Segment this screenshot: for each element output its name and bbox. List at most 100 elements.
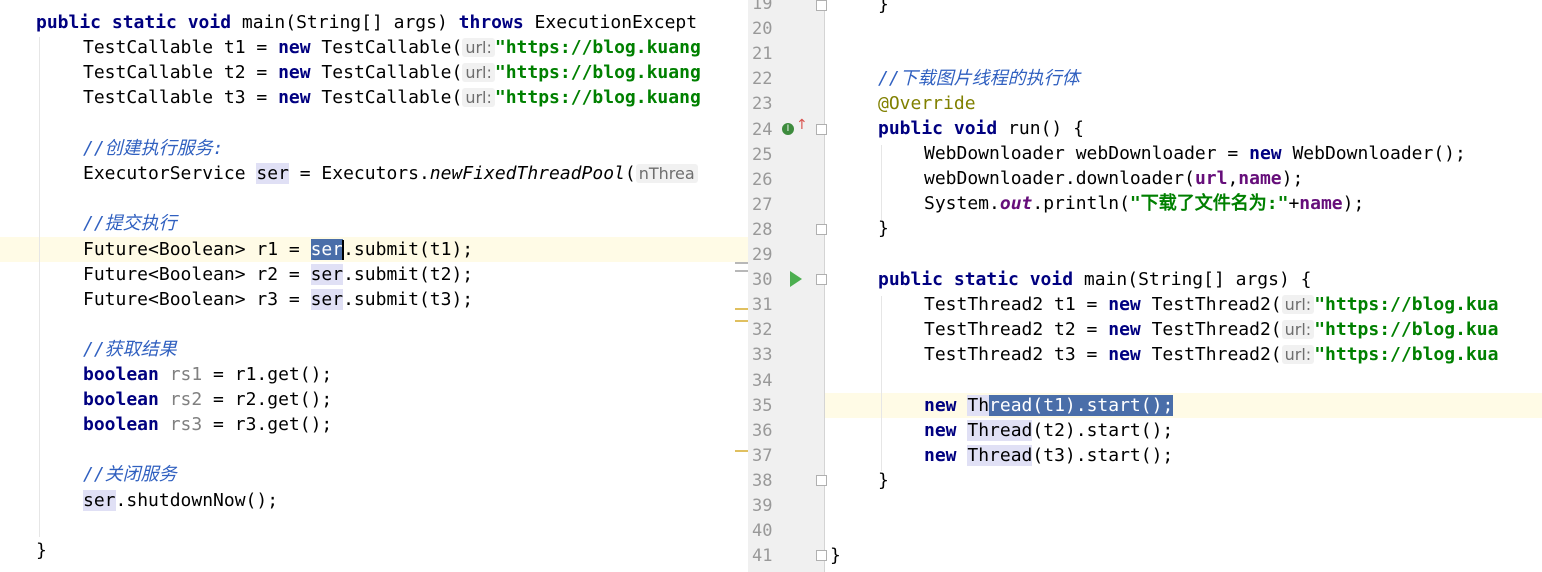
line-number: 26	[752, 169, 773, 190]
annotation-override[interactable]: @Override	[878, 91, 976, 116]
right-editor-pane[interactable]: 19 20 21 22 23 24 25 26 27 28 29 30 31 32 33 34 35 36 37 38…	[748, 0, 1542, 572]
code-text: (	[624, 163, 636, 184]
code-line-t3[interactable]: TestCallable t3 = new TestCallable(url: "…	[83, 85, 701, 110]
code-text: (t2).start();	[1032, 420, 1174, 441]
code-line-38[interactable]: }	[878, 468, 889, 493]
code-text: webDownloader.downloader(	[924, 168, 1195, 189]
fold-marker[interactable]	[816, 0, 827, 11]
keyword: new	[1108, 294, 1141, 315]
unused-variable: rs2	[158, 389, 203, 410]
run-gutter-icon[interactable]	[790, 271, 802, 287]
code-text: TestThread2(	[1140, 344, 1282, 365]
line-number: 23	[752, 94, 773, 115]
comment-submit[interactable]: //提交执行	[83, 211, 177, 236]
code-line-main[interactable]: public static void main(String[] args) t…	[36, 10, 697, 35]
line-number: 24	[752, 119, 773, 140]
variable-usage: ser	[256, 163, 289, 184]
code-line-28[interactable]: }	[878, 216, 889, 241]
code-line-tt3[interactable]: TestThread2 t3 = new TestThread2(url: "ht…	[924, 342, 1498, 367]
string-literal: "https://blog.kua	[1314, 294, 1499, 315]
code-text: Future<Boolean> r2 =	[83, 264, 311, 285]
line-number: 19	[752, 0, 773, 14]
fold-marker[interactable]	[816, 550, 827, 561]
keyword: boolean	[83, 414, 159, 435]
code-line-t1[interactable]: TestCallable t1 = new TestCallable(url: "…	[83, 35, 701, 60]
code-line-start2[interactable]: new Thread(t2).start();	[924, 418, 1173, 443]
line-number: 35	[752, 395, 773, 416]
class-usage: Th	[967, 395, 990, 416]
scroll-marker[interactable]	[735, 450, 748, 452]
code-text: .submit(t2);	[343, 264, 474, 285]
comment-create-service[interactable]: //创建执行服务:	[83, 136, 224, 161]
code-line-41[interactable]: }	[830, 543, 841, 568]
code-text: System.	[924, 193, 1000, 214]
string-literal: "https://blog.kua	[1314, 344, 1499, 365]
implements-gutter-icon[interactable]: I	[782, 123, 794, 135]
code-text: ExecutionExcept	[523, 12, 698, 33]
code-line-r3[interactable]: Future<Boolean> r3 = ser.submit(t3);	[83, 287, 473, 312]
fold-marker[interactable]	[816, 124, 827, 135]
class-usage: Thread	[967, 420, 1033, 441]
line-number: 38	[752, 470, 773, 491]
closing-brace[interactable]: }	[36, 538, 47, 563]
code-line-main[interactable]: public static void main(String[] args) {	[878, 267, 1312, 292]
fold-marker[interactable]	[816, 274, 827, 285]
fold-marker[interactable]	[816, 475, 827, 486]
code-line-rs3[interactable]: boolean rs3 = r3.get();	[83, 412, 332, 437]
left-editor-pane[interactable]: public static void main(String[] args) t…	[0, 0, 748, 572]
code-text: );	[1342, 193, 1365, 214]
scroll-marker[interactable]	[735, 308, 748, 310]
code-line-19[interactable]: }	[878, 0, 889, 17]
code-line-run[interactable]: public void run() {	[878, 116, 1084, 141]
scroll-marker[interactable]	[735, 270, 748, 272]
code-line-r2[interactable]: Future<Boolean> r2 = ser.submit(t2);	[83, 262, 473, 287]
static-field: out	[999, 193, 1033, 214]
string-literal: "https://blog.kua	[1314, 319, 1499, 340]
scroll-marker[interactable]	[735, 262, 748, 264]
code-line-rs1[interactable]: boolean rs1 = r1.get();	[83, 362, 332, 387]
fold-marker[interactable]	[816, 224, 827, 235]
code-line-executor[interactable]: ExecutorService ser = Executors.newFixed…	[83, 161, 698, 186]
code-text: = r1.get();	[202, 364, 333, 385]
code-line-shutdown[interactable]: ser.shutdownNow();	[83, 488, 278, 513]
code-line-t2[interactable]: TestCallable t2 = new TestCallable(url: "…	[83, 60, 701, 85]
code-line-tt2[interactable]: TestThread2 t2 = new TestThread2(url: "ht…	[924, 317, 1498, 342]
indent-guide	[881, 296, 882, 471]
line-number: 20	[752, 19, 773, 40]
code-line-start3[interactable]: new Thread(t3).start();	[924, 443, 1173, 468]
parameter-hint: url:	[462, 88, 495, 107]
variable-usage: ser	[310, 264, 344, 285]
line-number: 22	[752, 69, 773, 90]
code-line-println[interactable]: System.out.println("下载了文件名为:"+name);	[924, 191, 1364, 216]
comment-thread-body[interactable]: //下载图片线程的执行体	[878, 66, 1080, 91]
code-line-tt1[interactable]: TestThread2 t1 = new TestThread2(url: "ht…	[924, 292, 1498, 317]
comment-close-service[interactable]: //关闭服务	[83, 462, 177, 487]
code-text: (t3).start();	[1032, 445, 1174, 466]
string-literal: "https://blog.kuang	[494, 62, 701, 83]
override-arrow-icon[interactable]: ↑	[796, 117, 808, 133]
keyword: new	[278, 62, 311, 83]
code-line-start1[interactable]: new Thread(t1).start();	[924, 393, 1174, 418]
keyword: public static void	[878, 269, 1074, 290]
scroll-marker[interactable]	[735, 320, 748, 322]
code-line-rs2[interactable]: boolean rs2 = r2.get();	[83, 387, 332, 412]
code-line-r1[interactable]: Future<Boolean> r1 = ser.submit(t1);	[83, 237, 473, 262]
variable-usage: ser	[310, 289, 344, 310]
code-line-downloader[interactable]: webDownloader.downloader(url,name);	[924, 166, 1303, 191]
code-text: TestThread2 t1 =	[924, 294, 1109, 315]
keyword: new	[1108, 319, 1141, 340]
keyword: new	[924, 445, 957, 466]
parameter-hint: nThrea	[635, 164, 698, 183]
code-text: = Executors.	[288, 163, 430, 184]
line-number: 34	[752, 370, 773, 391]
line-number: 25	[752, 144, 773, 165]
code-text: );	[1281, 168, 1304, 189]
comment-get-result[interactable]: //获取结果	[83, 337, 177, 362]
code-text: TestCallable(	[310, 62, 463, 83]
code-line-webdownloader[interactable]: WebDownloader webDownloader = new WebDow…	[924, 141, 1466, 166]
field-reference: name	[1238, 168, 1282, 189]
class-usage: Thread	[967, 445, 1033, 466]
keyword: throws	[458, 12, 524, 33]
keyword: new	[924, 395, 957, 416]
